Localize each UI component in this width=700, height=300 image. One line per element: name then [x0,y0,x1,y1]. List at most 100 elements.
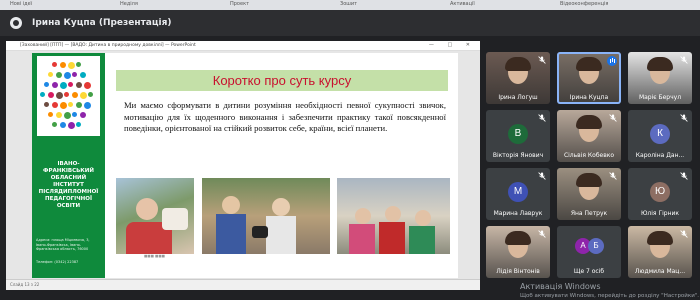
participant-avatar: М [508,182,528,202]
mic-off-icon [680,230,688,238]
participant-video-hair [576,173,602,187]
meeting-top-bar: Ірина Куцпа (Презентація) [0,10,700,36]
browser-tab-strip: Нові ідеї Неділя Проект Зошит Активації Відео… [0,0,700,10]
mic-off-icon [609,114,617,122]
participant-tile[interactable]: А Б Ще 7 осіб [557,226,621,278]
windows-activation-hint: Щоб активувати Windows, перейдіть до роз… [520,293,700,299]
participant-avatar: К [650,124,670,144]
logo-dot [68,122,75,129]
browser-tab[interactable]: Проект [230,1,249,9]
logo-dot [72,92,78,98]
logo-dot [44,102,49,107]
powerpoint-window-title: [Захований] [ПТП] — [ВАДО: Дитина в прир… [20,43,196,48]
logo-dot [72,112,77,117]
mic-off-icon [538,230,546,238]
logo-dot [52,82,58,88]
logo-dot [44,82,49,87]
institute-name: ІВАНО-ФРАНКІВСЬКИЙ ОБЛАСНИЙ ІНСТИТУТ ПІС… [38,161,99,209]
participant-tile[interactable]: В Вікторія Янович [486,110,550,162]
browser-tab[interactable]: Відеоконференція [560,1,608,9]
slide-counter: Слайд 13 з 22 [10,282,40,287]
photo-boys-activity [202,178,330,254]
logo-dot [60,82,67,89]
participant-name: Марина Лаврук [493,210,543,217]
logo-dot [80,112,86,118]
participant-video-hair [576,57,602,71]
institute-phone: Телефон: (0342) 22387 [36,260,79,264]
participant-name: Вікторія Янович [492,152,544,159]
logo-dot [64,112,71,119]
participant-name: Кароліна Дан... [635,152,685,159]
logo-dot [88,92,93,97]
browser-tab[interactable]: Неділя [120,1,138,9]
participant-avatar: В [508,124,528,144]
participant-name: Юлія Гірник [640,210,680,217]
mic-off-icon [538,56,546,64]
logo-dot [64,72,71,79]
logo-dot [56,112,62,118]
mic-off-icon [680,172,688,180]
logo-dot [48,112,53,117]
participant-video-hair [647,57,673,71]
logo-dot [76,82,82,88]
participant-video-hair [576,115,602,129]
participant-name: Лідія Вінтонів [496,268,540,275]
logo-dot [76,62,81,67]
participant-video-hair [505,57,531,71]
participant-tile[interactable]: М Марина Лаврук [486,168,550,220]
logo-dot [60,62,66,68]
shared-screen: [Захований] [ПТП] — [ВАДО: Дитина в прир… [6,41,480,290]
browser-tab[interactable]: Нові ідеї [10,1,32,9]
photo-caption: ■■■ ■■■ [144,254,165,258]
slide-area: ІВАНО-ФРАНКІВСЬКИЙ ОБЛАСНИЙ ІНСТИТУТ ПІС… [6,51,480,279]
participant-tile[interactable]: Ю Юлія Гірник [628,168,692,220]
logo-dot [52,102,58,108]
window-controls[interactable]: — □ ✕ [429,41,476,50]
photo-kids-handwashing [116,178,194,254]
logo-dot [48,92,54,98]
mic-off-icon [609,172,617,180]
participant-name: Ще 7 осіб [573,268,605,275]
logo-dot [84,82,91,89]
logo-dot [72,72,77,77]
presenter-label: Ірина Куцпа (Презентація) [32,18,172,28]
logo-dot [76,102,82,108]
participant-tile[interactable]: Людмила Мац... [628,226,692,278]
participant-name: Ірина Логуш [498,94,538,101]
participant-video-hair [505,231,531,245]
logo-dot [68,102,73,107]
browser-tab[interactable]: Зошит [340,1,357,9]
participant-tile[interactable]: Ірина Куцпа [557,52,621,104]
slide: ІВАНО-ФРАНКІВСЬКИЙ ОБЛАСНИЙ ІНСТИТУТ ПІС… [32,53,458,278]
slide-sidebar: ІВАНО-ФРАНКІВСЬКИЙ ОБЛАСНИЙ ІНСТИТУТ ПІС… [32,53,105,278]
logo-dot [68,62,75,69]
participant-name: Сільвія Кобевко [563,152,615,159]
participant-avatar: Ю [650,182,670,202]
participant-tile[interactable]: К Кароліна Дан... [628,110,692,162]
participant-tile[interactable]: Ірина Логуш [486,52,550,104]
participant-name: Ірина Куцпа [569,94,609,101]
participant-name: Людмила Мац... [634,268,686,275]
logo-dot [60,102,67,109]
mic-off-icon [680,56,688,64]
mic-off-icon [538,172,546,180]
more-participants-avatars: АБ [575,238,605,256]
participant-tile[interactable]: Сільвія Кобевко [557,110,621,162]
app-logo-icon [10,17,22,29]
institute-logo [37,56,100,136]
participant-tile[interactable]: Яна Петрук [557,168,621,220]
participant-tile[interactable]: Лідія Вінтонів [486,226,550,278]
participant-tile[interactable]: Маріє Берчул [628,52,692,104]
windows-activation-title: Активація Windows [520,282,601,291]
browser-tab[interactable]: Активації [450,1,475,9]
logo-dot [52,122,57,127]
slide-title: Коротко про суть курсу [212,73,352,88]
powerpoint-title-bar: [Захований] [ПТП] — [ВАДО: Дитина в прир… [6,41,480,51]
mic-off-icon [538,114,546,122]
logo-dot [40,92,45,97]
slide-body: Ми маємо сформувати в дитини розуміння н… [124,100,446,133]
participant-name: Маріє Берчул [638,94,682,101]
photo-kids-outdoors [337,178,450,254]
logo-dot [52,62,57,67]
logo-dot [68,82,73,87]
